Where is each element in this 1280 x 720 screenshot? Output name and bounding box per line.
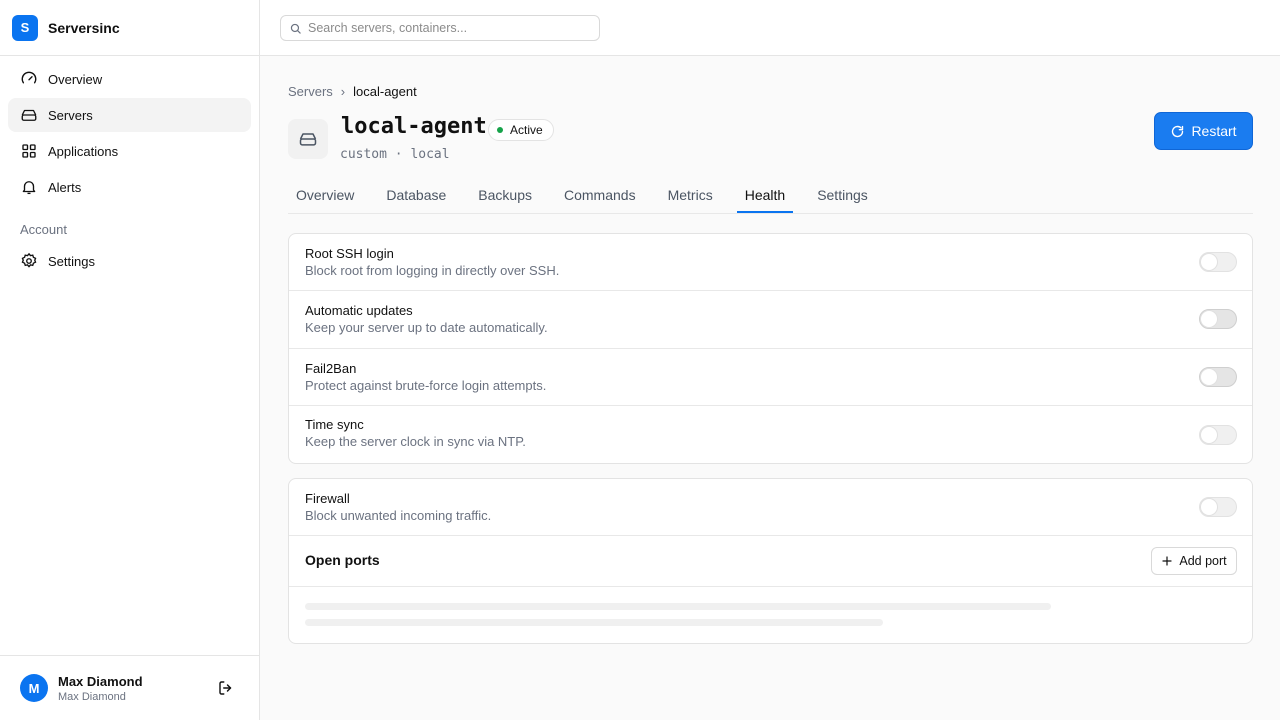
brand-name: Serversinc bbox=[48, 19, 120, 36]
root-ssh-toggle[interactable] bbox=[1199, 252, 1237, 272]
setting-title: Fail2Ban bbox=[305, 361, 357, 376]
setting-description: Block root from logging in directly over… bbox=[305, 263, 560, 278]
tab-health[interactable]: Health bbox=[736, 180, 794, 213]
add-port-button[interactable]: Add port bbox=[1151, 547, 1237, 575]
user-subtitle: Max Diamond bbox=[58, 690, 126, 703]
toggle-knob bbox=[1201, 499, 1217, 515]
restart-button[interactable]: Restart bbox=[1154, 112, 1253, 150]
setting-row-fail2ban: Fail2Ban Protect against brute-force log… bbox=[289, 349, 1252, 406]
time-sync-toggle[interactable] bbox=[1199, 425, 1237, 445]
open-ports-header: Open ports Add port bbox=[289, 536, 1252, 587]
sidebar: S Serversinc Overview Servers Applicatio… bbox=[0, 0, 260, 720]
tab-commands[interactable]: Commands bbox=[556, 180, 644, 213]
skeleton-line bbox=[305, 619, 883, 626]
hard-drive-icon bbox=[21, 109, 37, 121]
toggle-knob bbox=[1201, 254, 1217, 270]
setting-row-root-ssh: Root SSH login Block root from logging i… bbox=[289, 234, 1252, 291]
search-box[interactable] bbox=[280, 15, 600, 41]
tab-overview[interactable]: Overview bbox=[288, 180, 362, 213]
user-name: Max Diamond bbox=[58, 673, 143, 689]
setting-row-auto-updates: Automatic updates Keep your server up to… bbox=[289, 291, 1252, 349]
tab-settings[interactable]: Settings bbox=[809, 180, 876, 213]
user-panel: M Max Diamond Max Diamond bbox=[0, 655, 259, 720]
tabs: Overview Database Backups Commands Metri… bbox=[288, 180, 1253, 214]
sidebar-item-label: Applications bbox=[48, 143, 119, 159]
setting-title: Time sync bbox=[305, 417, 364, 432]
bell-icon bbox=[22, 181, 36, 195]
server-icon bbox=[288, 119, 328, 159]
sidebar-nav: Overview Servers Applications Alerts Acc… bbox=[0, 56, 259, 282]
logout-icon[interactable] bbox=[217, 679, 235, 697]
sidebar-item-applications[interactable]: Applications bbox=[8, 134, 251, 168]
search-icon bbox=[290, 23, 301, 34]
topbar bbox=[260, 0, 1280, 56]
search-input[interactable] bbox=[308, 21, 588, 35]
firewall-card: Firewall Block unwanted incoming traffic… bbox=[288, 478, 1253, 644]
restart-label: Restart bbox=[1191, 123, 1237, 139]
breadcrumb-separator: › bbox=[340, 84, 346, 99]
plus-icon bbox=[1162, 556, 1172, 566]
auto-updates-toggle[interactable] bbox=[1199, 309, 1237, 329]
gauge-icon bbox=[21, 71, 37, 84]
avatar[interactable]: M bbox=[20, 674, 48, 702]
sidebar-item-alerts[interactable]: Alerts bbox=[8, 170, 251, 204]
sidebar-item-label: Servers bbox=[48, 107, 93, 123]
setting-description: Block unwanted incoming traffic. bbox=[305, 508, 492, 523]
sidebar-item-label: Settings bbox=[48, 253, 95, 269]
firewall-toggle[interactable] bbox=[1199, 497, 1237, 517]
tab-database[interactable]: Database bbox=[378, 180, 454, 213]
grid-icon bbox=[22, 144, 36, 158]
skeleton-line bbox=[305, 603, 1051, 610]
toggle-knob bbox=[1201, 311, 1217, 327]
setting-title: Root SSH login bbox=[305, 246, 394, 261]
setting-description: Keep the server clock in sync via NTP. bbox=[305, 434, 526, 449]
refresh-icon bbox=[1172, 125, 1184, 137]
breadcrumb: Servers › local-agent bbox=[288, 84, 417, 99]
nav-section-account: Account bbox=[20, 222, 67, 237]
server-meta: custom · local bbox=[340, 147, 450, 162]
setting-description: Protect against brute-force login attemp… bbox=[305, 378, 547, 393]
sidebar-item-label: Overview bbox=[48, 71, 103, 87]
setting-description: Keep your server up to date automaticall… bbox=[305, 320, 548, 335]
sidebar-item-servers[interactable]: Servers bbox=[8, 98, 251, 132]
setting-title: Firewall bbox=[305, 491, 350, 506]
hard-drive-icon bbox=[299, 133, 317, 146]
brand[interactable]: S Serversinc bbox=[0, 0, 259, 56]
setting-title: Automatic updates bbox=[305, 303, 413, 318]
user-info: Max Diamond Max Diamond bbox=[58, 674, 143, 703]
status-badge: Active bbox=[488, 119, 554, 141]
sidebar-item-settings[interactable]: Settings bbox=[8, 244, 251, 278]
setting-row-firewall: Firewall Block unwanted incoming traffic… bbox=[289, 479, 1252, 536]
gear-icon bbox=[21, 252, 37, 268]
toggle-knob bbox=[1201, 369, 1217, 385]
sidebar-item-overview[interactable]: Overview bbox=[8, 62, 251, 96]
ports-loading-skeleton bbox=[289, 587, 1252, 643]
brand-logo: S bbox=[12, 14, 38, 41]
breadcrumb-servers[interactable]: Servers bbox=[288, 84, 333, 99]
health-settings-card: Root SSH login Block root from logging i… bbox=[288, 233, 1253, 464]
fail2ban-toggle[interactable] bbox=[1199, 367, 1237, 387]
setting-row-time-sync: Time sync Keep the server clock in sync … bbox=[289, 406, 1252, 463]
toggle-knob bbox=[1201, 427, 1217, 443]
status-dot-icon bbox=[497, 127, 503, 133]
status-label: Active bbox=[510, 123, 543, 137]
breadcrumb-current: local-agent bbox=[353, 84, 417, 99]
tab-metrics[interactable]: Metrics bbox=[660, 180, 721, 213]
open-ports-heading: Open ports bbox=[305, 552, 380, 568]
add-port-label: Add port bbox=[1179, 554, 1227, 568]
tab-backups[interactable]: Backups bbox=[470, 180, 540, 213]
page-title: local-agent bbox=[341, 114, 487, 139]
sidebar-item-label: Alerts bbox=[48, 179, 82, 195]
